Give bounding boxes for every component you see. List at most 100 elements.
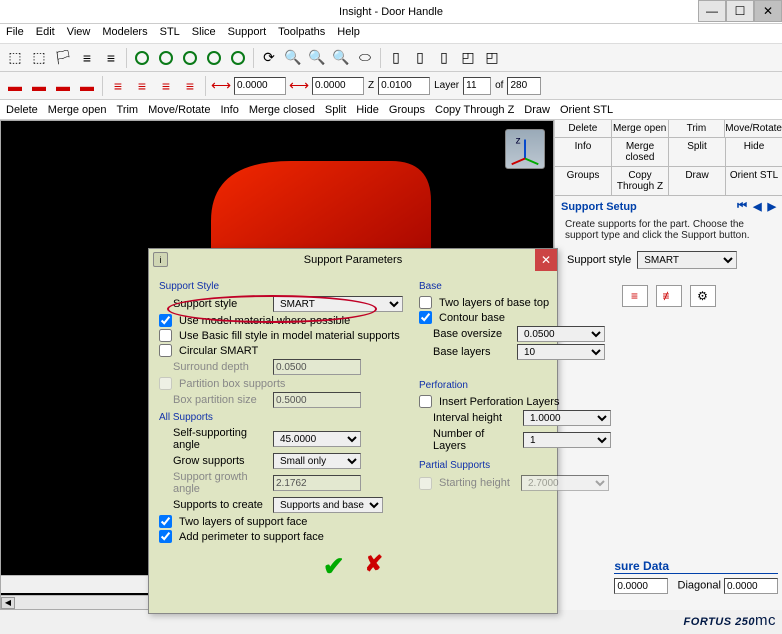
tool-icon[interactable]: ⬚	[28, 47, 50, 69]
use-model-material-checkbox[interactable]	[159, 314, 172, 327]
range-start-input[interactable]	[234, 77, 286, 95]
cmd-groups[interactable]: Groups	[389, 104, 425, 116]
measure-value-1[interactable]	[614, 578, 668, 594]
support-style-select2[interactable]: SMART	[273, 296, 403, 312]
use-basic-fill-checkbox[interactable]	[159, 329, 172, 342]
circle-icon[interactable]	[203, 47, 225, 69]
flag-icon[interactable]: 🏳	[52, 47, 74, 69]
cube-icon[interactable]: ◰	[481, 47, 503, 69]
dialog-cancel-button[interactable]: ✘	[365, 551, 383, 582]
nav-first-icon[interactable]: ⏮	[737, 200, 747, 213]
cmd-trim[interactable]: Trim	[117, 104, 139, 116]
circle-icon[interactable]	[179, 47, 201, 69]
view-cube[interactable]: z	[505, 129, 545, 169]
nav-next-icon[interactable]: ▶	[768, 200, 776, 213]
panel-btn-copy-through-z[interactable]: Copy Through Z	[612, 167, 669, 195]
scroll-left-icon[interactable]: ◀	[1, 597, 15, 609]
cmd-orient-stl[interactable]: Orient STL	[560, 104, 613, 116]
z-input[interactable]	[378, 77, 430, 95]
layer-total-input[interactable]	[507, 77, 541, 95]
range-end-input[interactable]	[312, 77, 364, 95]
panel-btn-split[interactable]: Split	[669, 138, 726, 166]
number-of-layers-select[interactable]: 1	[523, 432, 611, 448]
panel-btn-delete[interactable]: Delete	[555, 120, 612, 137]
layer-icon[interactable]: ≡	[155, 75, 177, 97]
cmd-hide[interactable]: Hide	[356, 104, 379, 116]
cmd-delete[interactable]: Delete	[6, 104, 38, 116]
contour-base-checkbox[interactable]	[419, 311, 432, 324]
cmd-merge-closed[interactable]: Merge closed	[249, 104, 315, 116]
view-icon[interactable]: ▯	[409, 47, 431, 69]
range-icon[interactable]: ⟷	[288, 75, 310, 97]
dialog-close-button[interactable]: ✕	[535, 249, 557, 271]
view-icon[interactable]: ▯	[385, 47, 407, 69]
base-oversize-select[interactable]: 0.0500	[517, 326, 605, 342]
panel-btn-hide[interactable]: Hide	[726, 138, 782, 166]
layer-current-input[interactable]	[463, 77, 491, 95]
add-perimeter-checkbox[interactable]	[159, 530, 172, 543]
base-layers-select[interactable]: 10	[517, 344, 605, 360]
minimize-button[interactable]: —	[698, 0, 726, 22]
self-supporting-angle-select[interactable]: 45.0000	[273, 431, 361, 447]
cmd-info[interactable]: Info	[220, 104, 238, 116]
view-icon[interactable]: ▯	[433, 47, 455, 69]
cmd-merge-open[interactable]: Merge open	[48, 104, 107, 116]
measure-diagonal[interactable]	[724, 578, 778, 594]
circle-icon[interactable]	[131, 47, 153, 69]
layer-icon[interactable]: ▬	[4, 75, 26, 97]
two-layers-face-checkbox[interactable]	[159, 515, 172, 528]
tool-icon[interactable]: ⬚	[4, 47, 26, 69]
two-layers-base-checkbox[interactable]	[419, 296, 432, 309]
dialog-info-icon[interactable]: i	[153, 252, 168, 267]
nav-prev-icon[interactable]: ◀	[753, 200, 761, 213]
cmd-move-rotate[interactable]: Move/Rotate	[148, 104, 210, 116]
layer-icon[interactable]: ▬	[52, 75, 74, 97]
panel-btn-trim[interactable]: Trim	[669, 120, 726, 137]
menu-stl[interactable]: STL	[160, 26, 180, 41]
supports-to-create-select[interactable]: Supports and base	[273, 497, 383, 513]
layer-icon[interactable]: ▬	[76, 75, 98, 97]
panel-btn-groups[interactable]: Groups	[555, 167, 612, 195]
cmd-split[interactable]: Split	[325, 104, 346, 116]
menu-help[interactable]: Help	[337, 26, 360, 41]
support-style-select[interactable]: SMART	[637, 251, 737, 269]
maximize-button[interactable]: ☐	[726, 0, 754, 22]
zoom-out-icon[interactable]: 🔍	[306, 47, 328, 69]
interval-height-select[interactable]: 1.0000	[523, 410, 611, 426]
support-settings-icon[interactable]: ⚙	[690, 285, 716, 307]
panel-btn-draw[interactable]: Draw	[669, 167, 726, 195]
panel-btn-move-rotate[interactable]: Move/Rotate	[725, 120, 782, 137]
menu-toolpaths[interactable]: Toolpaths	[278, 26, 325, 41]
layer-icon[interactable]: ≡	[179, 75, 201, 97]
panel-btn-info[interactable]: Info	[555, 138, 612, 166]
panel-btn-merge-closed[interactable]: Merge closed	[612, 138, 669, 166]
circular-smart-checkbox[interactable]	[159, 344, 172, 357]
insert-perforation-checkbox[interactable]	[419, 395, 432, 408]
zoom-fit-icon[interactable]: 🔍	[330, 47, 352, 69]
grow-supports-select[interactable]: Small only	[273, 453, 361, 469]
close-button[interactable]: ✕	[754, 0, 782, 22]
menu-slice[interactable]: Slice	[192, 26, 216, 41]
menu-edit[interactable]: Edit	[36, 26, 55, 41]
cmd-draw[interactable]: Draw	[524, 104, 550, 116]
cmd-copy-through-z[interactable]: Copy Through Z	[435, 104, 514, 116]
layer-icon[interactable]: ≡	[131, 75, 153, 97]
panel-btn-orient-stl[interactable]: Orient STL	[726, 167, 782, 195]
range-icon[interactable]: ⟷	[210, 75, 232, 97]
menu-modelers[interactable]: Modelers	[102, 26, 147, 41]
panel-btn-merge-open[interactable]: Merge open	[612, 120, 669, 137]
layer-icon[interactable]: ≡	[107, 75, 129, 97]
circle-icon[interactable]	[155, 47, 177, 69]
menu-support[interactable]: Support	[228, 26, 267, 41]
circle-icon[interactable]	[227, 47, 249, 69]
tool-icon[interactable]: ≡	[100, 47, 122, 69]
refresh-icon[interactable]: ⟳	[258, 47, 280, 69]
menu-file[interactable]: File	[6, 26, 24, 41]
layer-icon[interactable]: ▬	[28, 75, 50, 97]
zoom-in-icon[interactable]: 🔍	[282, 47, 304, 69]
support-icon-1[interactable]: ≡	[622, 285, 648, 307]
tool-icon[interactable]: ≡	[76, 47, 98, 69]
cube-icon[interactable]: ◰	[457, 47, 479, 69]
orbit-icon[interactable]: ⬭	[354, 47, 376, 69]
dialog-ok-button[interactable]: ✔	[323, 551, 345, 582]
